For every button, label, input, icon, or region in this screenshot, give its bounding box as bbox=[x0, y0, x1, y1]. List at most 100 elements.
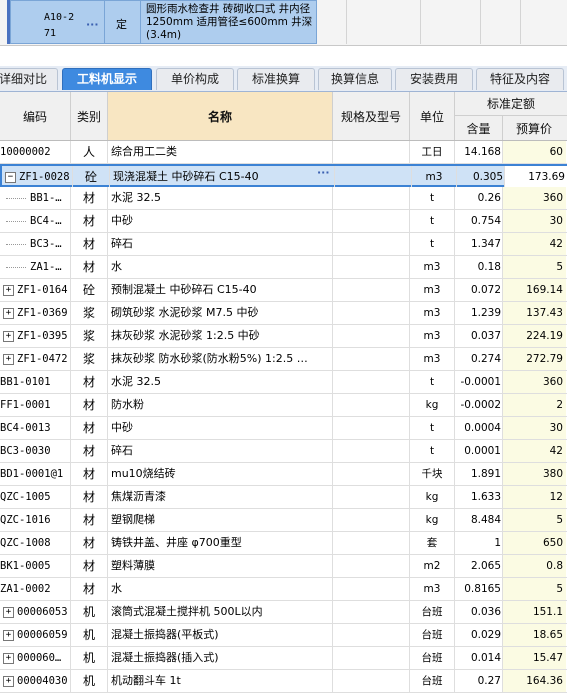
table-row[interactable]: BD1-0001@1 材 mu10烧结砖 千块 1.891 380 bbox=[0, 463, 567, 486]
expand-icon[interactable]: + bbox=[3, 353, 14, 365]
cell-qty[interactable]: 0.8165 bbox=[455, 578, 505, 600]
tab-installation-cost[interactable]: 安装费用 bbox=[395, 68, 473, 90]
cell-qty[interactable]: 0.0004 bbox=[455, 417, 505, 439]
cell-price[interactable]: 5 bbox=[503, 509, 566, 531]
cell-code[interactable]: BB1-0101 bbox=[0, 371, 70, 393]
cell-qty[interactable]: -0.0001 bbox=[455, 371, 505, 393]
cell-code[interactable]: BD1-0001@1 bbox=[0, 463, 70, 485]
cell-name[interactable]: 抹灰砂浆 防水砂浆(防水粉5%) 1:2.5 … bbox=[109, 348, 333, 370]
cell-spec[interactable] bbox=[333, 371, 409, 393]
cell-code[interactable]: BC3-0030 bbox=[0, 440, 70, 462]
table-row[interactable]: +00004030 机机动翻斗车 1t 台班 0.27 164.36 bbox=[0, 670, 567, 693]
col-header-qty[interactable]: 含量 bbox=[455, 120, 502, 137]
cell-price[interactable]: 0.8 bbox=[503, 555, 566, 577]
cell-spec[interactable] bbox=[333, 440, 409, 462]
cell-price[interactable]: 42 bbox=[503, 233, 566, 255]
cell-spec[interactable] bbox=[333, 302, 409, 324]
cell-price[interactable]: 5 bbox=[503, 578, 566, 600]
cell-code[interactable]: +00006053 bbox=[0, 601, 70, 623]
cell-price[interactable]: 272.79 bbox=[503, 348, 566, 370]
cell-qty[interactable]: 1.633 bbox=[455, 486, 505, 508]
cell-qty[interactable]: 8.484 bbox=[455, 509, 505, 531]
cell-spec[interactable] bbox=[333, 624, 409, 646]
table-row[interactable]: ZA1-0002 材水 m3 0.8165 5 bbox=[0, 578, 567, 601]
table-row[interactable]: BC3-… 材碎石 t 1.347 42 bbox=[0, 233, 567, 256]
cell-price[interactable]: 224.19 bbox=[503, 325, 566, 347]
cell-price[interactable]: 173.69 bbox=[505, 166, 567, 188]
cell-qty[interactable]: 0.274 bbox=[455, 348, 505, 370]
cell-price[interactable]: 380 bbox=[503, 463, 566, 485]
cell-name[interactable]: 滚筒式混凝土搅拌机 500L以内 bbox=[109, 601, 333, 623]
cell-name[interactable]: 中砂 bbox=[109, 417, 333, 439]
tab-unit-price-composition[interactable]: 单价构成 bbox=[156, 68, 234, 90]
cell-name[interactable]: 铸铁井盖、井座 φ700重型 bbox=[109, 532, 333, 554]
cell-qty[interactable]: 1.239 bbox=[455, 302, 505, 324]
collapse-icon[interactable]: − bbox=[5, 171, 16, 183]
cell-code[interactable]: +00006059 bbox=[0, 624, 70, 646]
expand-icon[interactable]: + bbox=[3, 284, 14, 296]
cell-price[interactable]: 169.14 bbox=[503, 279, 566, 301]
cell-name[interactable]: 塑料薄膜 bbox=[109, 555, 333, 577]
cell-name[interactable]: 混凝土振捣器(插入式) bbox=[109, 647, 333, 669]
cell-name[interactable]: 水 bbox=[109, 578, 333, 600]
cell-name[interactable]: 机动翻斗车 1t bbox=[109, 670, 333, 692]
cell-spec[interactable] bbox=[333, 279, 409, 301]
cell-name[interactable]: 塑钢爬梯 bbox=[109, 509, 333, 531]
cell-code[interactable]: + ZF1-0395 bbox=[0, 325, 70, 347]
cell-code[interactable]: + ZF1-0164 bbox=[0, 279, 70, 301]
cell-spec[interactable] bbox=[333, 325, 409, 347]
cell-code[interactable]: BB1-… bbox=[0, 187, 70, 209]
cell-spec[interactable] bbox=[333, 601, 409, 623]
cell-code[interactable]: BC4-… bbox=[0, 210, 70, 232]
table-row[interactable]: BK1-0005 材塑料薄膜 m2 2.065 0.8 bbox=[0, 555, 567, 578]
cell-qty[interactable]: 0.26 bbox=[455, 187, 505, 209]
cell-price[interactable]: 2 bbox=[503, 394, 566, 416]
cell-spec[interactable] bbox=[333, 670, 409, 692]
cell-name[interactable]: 碎石 bbox=[109, 440, 333, 462]
table-row[interactable]: ZA1-… 材水 m3 0.18 5 bbox=[0, 256, 567, 279]
expand-icon[interactable]: + bbox=[3, 629, 14, 641]
cell-qty[interactable]: 0.305 bbox=[457, 166, 507, 188]
table-row[interactable]: QZC-1016 材塑钢爬梯 kg 8.484 5 bbox=[0, 509, 567, 532]
cell-price[interactable]: 30 bbox=[503, 417, 566, 439]
cell-code[interactable]: ZA1-… bbox=[0, 256, 70, 278]
tab-conversion-info[interactable]: 换算信息 bbox=[318, 68, 392, 90]
cell-name[interactable]: mu10烧结砖 bbox=[109, 463, 333, 485]
cell-price[interactable]: 360 bbox=[503, 371, 566, 393]
table-row[interactable]: + ZF1-0164 砼预制混凝土 中砂碎石 C15-40 m3 0.072 169.14 bbox=[0, 279, 567, 302]
cell-price[interactable]: 42 bbox=[503, 440, 566, 462]
cell-code[interactable]: ZA1-0002 bbox=[0, 578, 70, 600]
cell-price[interactable]: 360 bbox=[503, 187, 566, 209]
cell-name[interactable]: 水泥 32.5 bbox=[109, 187, 333, 209]
cell-name[interactable]: 水泥 32.5 bbox=[109, 371, 333, 393]
cell-spec[interactable] bbox=[333, 233, 409, 255]
cell-code[interactable]: +000060… bbox=[0, 647, 70, 669]
cell-qty[interactable]: 0.037 bbox=[455, 325, 505, 347]
cell-qty[interactable]: -0.0002 bbox=[455, 394, 505, 416]
cell-code[interactable]: + ZF1-0472 bbox=[0, 348, 70, 370]
cell-code[interactable]: − ZF1-0028 bbox=[2, 166, 72, 188]
cell-price[interactable]: 164.36 bbox=[503, 670, 566, 692]
cell-spec[interactable] bbox=[333, 509, 409, 531]
expand-icon[interactable]: + bbox=[3, 606, 14, 618]
cell-name[interactable]: 抹灰砂浆 水泥砂浆 1:2.5 中砂 bbox=[109, 325, 333, 347]
expand-icon[interactable]: + bbox=[3, 675, 14, 687]
cell-spec[interactable] bbox=[333, 486, 409, 508]
cell-qty[interactable]: 14.168 bbox=[455, 141, 505, 163]
cell-price[interactable]: 650 bbox=[503, 532, 566, 554]
table-row[interactable]: +000060… 机混凝土振捣器(插入式) 台班 0.014 15.47 bbox=[0, 647, 567, 670]
cell-spec[interactable] bbox=[333, 578, 409, 600]
cell-spec[interactable] bbox=[333, 141, 409, 163]
cell-spec[interactable] bbox=[333, 210, 409, 232]
cell-qty[interactable]: 0.029 bbox=[455, 624, 505, 646]
col-header-code[interactable]: 编码 bbox=[0, 108, 70, 125]
cell-code[interactable]: + ZF1-0369 bbox=[0, 302, 70, 324]
cell-qty[interactable]: 0.18 bbox=[455, 256, 505, 278]
tab-features-content[interactable]: 特征及内容 bbox=[476, 68, 564, 90]
expand-icon[interactable]: + bbox=[3, 652, 14, 664]
cell-name[interactable]: 综合用工二类 bbox=[109, 141, 333, 163]
table-row[interactable]: BC4-0013 材中砂 t 0.0004 30 bbox=[0, 417, 567, 440]
cell-name[interactable]: 现浇混凝土 中砂碎石 C15-40 bbox=[111, 166, 335, 188]
cell-spec[interactable] bbox=[333, 348, 409, 370]
cell-spec[interactable] bbox=[333, 187, 409, 209]
